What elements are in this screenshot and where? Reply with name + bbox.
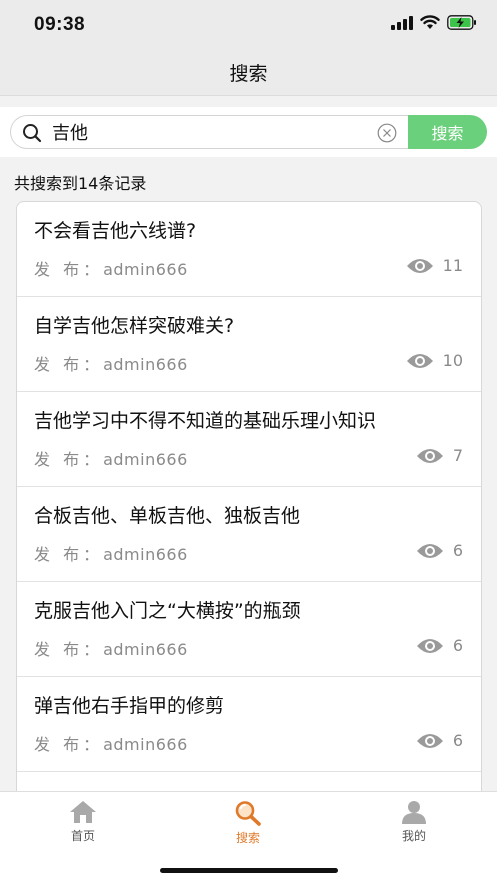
tab-label: 搜索 [235,831,260,845]
view-count-value: 6 [452,731,463,750]
status-icons [391,15,477,30]
view-count-value: 10 [442,351,463,370]
tab-label: 首页 [70,829,95,843]
author-name: admin666 [103,640,188,659]
list-item[interactable]: 克服吉他入门之“大横按”的瓶颈 发 布：admin666 6 [17,582,481,677]
view-count-value: 6 [452,636,463,655]
view-count-value: 11 [442,256,463,275]
item-title: 吉他学习中不得不知道的基础乐理小知识 [34,410,377,432]
result-list: 不会看吉他六线谱? 发 布：admin666 11 自学吉他怎样突破难关? 发 … [16,201,482,821]
battery-charging-icon [447,15,476,30]
view-count: 11 [406,256,463,275]
view-count-value: 6 [452,541,463,560]
clear-icon[interactable] [377,123,397,143]
eye-icon [416,543,443,558]
item-author: 发 布：admin666 [34,446,188,470]
view-count-value: 7 [452,446,463,465]
author-label: 发 布： [34,640,104,659]
item-title: 弹吉他右手指甲的修剪 [34,695,225,717]
search-icon [23,124,42,143]
item-author: 发 布：admin666 [34,541,188,565]
eye-icon [406,353,433,368]
item-title: 合板吉他、单板吉他、独板吉他 [34,505,301,527]
search-input[interactable] [52,119,372,145]
list-item[interactable]: 弹吉他右手指甲的修剪 发 布：admin666 6 [17,677,481,772]
item-title: 不会看吉他六线谱? [34,220,197,242]
view-count: 6 [416,541,463,560]
list-item[interactable]: 不会看吉他六线谱? 发 布：admin666 11 [17,202,481,297]
eye-icon [406,258,433,273]
author-label: 发 布： [34,735,104,754]
author-label: 发 布： [34,260,104,279]
cellular-signal-icon [391,15,413,30]
search-button[interactable]: 搜索 [408,115,487,149]
list-item[interactable]: 吉他学习中不得不知道的基础乐理小知识 发 布：admin666 7 [17,392,481,487]
tab-label: 我的 [401,829,426,843]
wifi-icon [420,15,440,29]
author-name: admin666 [103,450,188,469]
search-icon [235,801,261,826]
item-author: 发 布：admin666 [34,256,188,280]
item-title: 自学吉他怎样突破难关? [34,315,235,337]
user-icon [402,801,426,824]
list-item[interactable]: 自学吉他怎样突破难关? 发 布：admin666 10 [17,297,481,392]
eye-icon [416,448,443,463]
home-indicator [160,868,338,873]
tab-profile[interactable]: 我的 [374,800,454,844]
list-item[interactable]: 合板吉他、单板吉他、独板吉他 发 布：admin666 6 [17,487,481,582]
view-count: 6 [416,731,463,750]
author-name: admin666 [103,735,188,754]
view-count: 10 [406,351,463,370]
search-box[interactable] [10,115,410,149]
tab-search[interactable]: 搜索 [208,800,288,846]
author-label: 发 布： [34,450,104,469]
eye-icon [416,733,443,748]
author-name: admin666 [103,260,188,279]
author-name: admin666 [103,355,188,374]
page-title: 搜索 [229,63,268,85]
result-count: 共搜索到14条记录 [14,174,147,193]
view-count: 6 [416,636,463,655]
status-time: 09:38 [34,14,86,35]
author-name: admin666 [103,545,188,564]
eye-icon [416,638,443,653]
nav-bar: 搜索 [0,50,497,96]
home-icon [70,801,96,823]
author-label: 发 布： [34,355,104,374]
author-label: 发 布： [34,545,104,564]
view-count: 7 [416,446,463,465]
item-title: 克服吉他入门之“大横按”的瓶颈 [34,600,301,622]
tab-home[interactable]: 首页 [43,800,123,844]
item-author: 发 布：admin666 [34,351,188,375]
item-author: 发 布：admin666 [34,731,188,755]
search-row: 搜索 [0,107,497,157]
item-author: 发 布：admin666 [34,636,188,660]
status-bar: 09:38 [0,0,497,50]
